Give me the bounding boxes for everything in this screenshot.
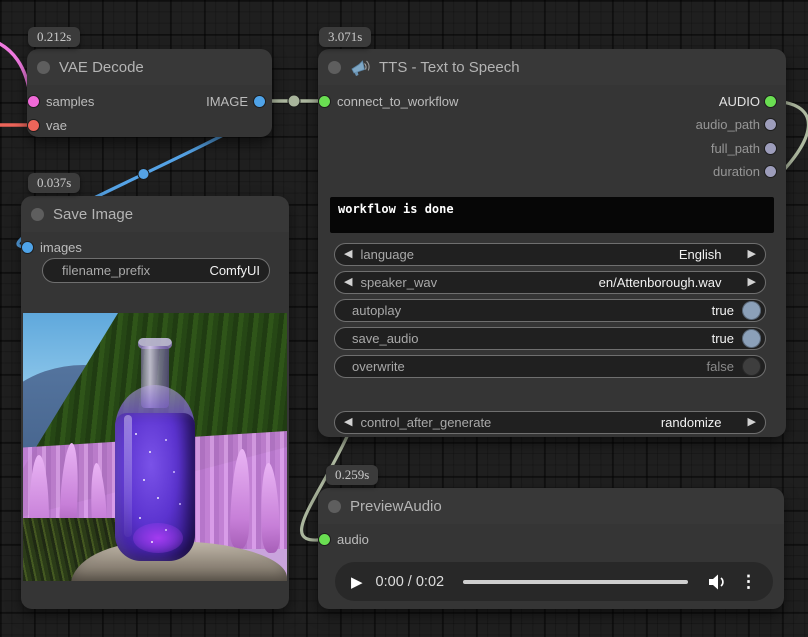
widget-label: language xyxy=(360,247,414,262)
playback-time: 0:00 / 0:02 xyxy=(376,574,445,590)
widget-save-audio-toggle[interactable]: save_audio true xyxy=(334,327,766,350)
output-label-audio: AUDIO xyxy=(719,94,760,109)
widget-value: true xyxy=(712,303,734,318)
toggle-knob[interactable] xyxy=(742,329,761,348)
input-port-connect-to-workflow[interactable] xyxy=(319,96,330,107)
input-label-images: images xyxy=(40,240,82,255)
widget-label: filename_prefix xyxy=(52,263,150,278)
toggle-knob[interactable] xyxy=(742,357,761,376)
node-titlebar[interactable]: Save Image xyxy=(21,196,289,232)
widget-value: en/Attenborough.wav xyxy=(599,275,722,290)
widget-label: save_audio xyxy=(344,331,419,346)
output-label-full-path: full_path xyxy=(711,141,760,156)
node-vae-decode[interactable]: VAE Decode samples vae IMAGE xyxy=(27,49,272,137)
audio-player[interactable]: ▶ 0:00 / 0:02 ⋮ xyxy=(335,562,773,601)
link-midpoint-dot[interactable] xyxy=(288,95,300,107)
next-arrow-icon[interactable]: ▶ xyxy=(748,249,756,260)
input-port-vae[interactable] xyxy=(28,120,39,131)
widget-autoplay-toggle[interactable]: autoplay true xyxy=(334,299,766,322)
input-label-audio: audio xyxy=(337,532,369,547)
input-port-images[interactable] xyxy=(22,242,33,253)
collapse-dot[interactable] xyxy=(328,61,341,74)
widget-label: control_after_generate xyxy=(360,415,491,430)
node-title: Save Image xyxy=(53,206,133,223)
collapse-dot[interactable] xyxy=(328,500,341,513)
exec-time-badge: 3.071s xyxy=(319,27,371,47)
node-preview-audio[interactable]: PreviewAudio audio ▶ 0:00 / 0:02 ⋮ xyxy=(318,488,784,609)
node-titlebar[interactable]: PreviewAudio xyxy=(318,488,784,524)
widget-language[interactable]: ◀ language English ▶ xyxy=(334,243,766,266)
output-port-audio[interactable] xyxy=(765,96,776,107)
input-port-samples[interactable] xyxy=(28,96,39,107)
input-label-connect-to-workflow: connect_to_workflow xyxy=(337,94,458,109)
node-titlebar[interactable]: VAE Decode xyxy=(27,49,272,85)
preview-bottle-sparkles xyxy=(135,433,137,435)
widget-value: ComfyUI xyxy=(209,263,260,278)
exec-time-badge: 0.037s xyxy=(28,173,80,193)
status-textarea[interactable]: workflow is done xyxy=(330,197,774,233)
widget-value: randomize xyxy=(661,415,722,430)
next-arrow-icon[interactable]: ▶ xyxy=(748,277,756,288)
exec-time-badge: 0.212s xyxy=(28,27,80,47)
output-label-image: IMAGE xyxy=(206,94,248,109)
widget-speaker-wav[interactable]: ◀ speaker_wav en/Attenborough.wav ▶ xyxy=(334,271,766,294)
collapse-dot[interactable] xyxy=(31,208,44,221)
preview-bottle-glow xyxy=(133,523,183,553)
output-port-audio-path[interactable] xyxy=(765,119,776,130)
input-label-vae: vae xyxy=(46,118,67,133)
volume-icon[interactable] xyxy=(707,573,727,591)
collapse-dot[interactable] xyxy=(37,61,50,74)
toggle-knob[interactable] xyxy=(742,301,761,320)
seek-slider[interactable] xyxy=(463,580,688,584)
output-label-audio-path: audio_path xyxy=(696,117,760,132)
output-port-duration[interactable] xyxy=(765,166,776,177)
output-label-duration: duration xyxy=(713,164,760,179)
preview-image xyxy=(23,313,287,581)
output-port-image[interactable] xyxy=(254,96,265,107)
link-midpoint-dot[interactable] xyxy=(138,169,149,180)
widget-control-after-generate[interactable]: ◀ control_after_generate randomize ▶ xyxy=(334,411,766,434)
node-title: PreviewAudio xyxy=(350,498,442,515)
output-port-full-path[interactable] xyxy=(765,143,776,154)
widget-value: English xyxy=(679,247,722,262)
prev-arrow-icon[interactable]: ◀ xyxy=(344,277,352,288)
play-button[interactable]: ▶ xyxy=(351,573,363,591)
widget-value: false xyxy=(707,359,734,374)
node-tts-text-to-speech[interactable]: TTS - Text to Speech connect_to_workflow… xyxy=(318,49,786,437)
widget-label: autoplay xyxy=(344,303,401,318)
next-arrow-icon[interactable]: ▶ xyxy=(748,417,756,428)
input-label-samples: samples xyxy=(46,94,94,109)
widget-value: true xyxy=(712,331,734,346)
exec-time-badge: 0.259s xyxy=(326,465,378,485)
node-graph-canvas[interactable]: 0.212s 0.037s 3.071s 0.259s VAE Decode s… xyxy=(0,0,808,637)
node-title: TTS - Text to Speech xyxy=(379,59,520,76)
widget-filename-prefix[interactable]: filename_prefix ComfyUI xyxy=(42,258,270,283)
node-title: VAE Decode xyxy=(59,59,144,76)
prev-arrow-icon[interactable]: ◀ xyxy=(344,417,352,428)
widget-label: overwrite xyxy=(344,359,405,374)
widget-label: speaker_wav xyxy=(360,275,437,290)
input-port-audio[interactable] xyxy=(319,534,330,545)
preview-bottle-highlight xyxy=(124,415,132,537)
widget-overwrite-toggle[interactable]: overwrite false xyxy=(334,355,766,378)
prev-arrow-icon[interactable]: ◀ xyxy=(344,249,352,260)
node-titlebar[interactable]: TTS - Text to Speech xyxy=(318,49,786,85)
loudspeaker-icon xyxy=(350,57,370,77)
kebab-menu-icon[interactable]: ⋮ xyxy=(740,572,757,592)
node-save-image[interactable]: Save Image images filename_prefix ComfyU… xyxy=(21,196,289,609)
